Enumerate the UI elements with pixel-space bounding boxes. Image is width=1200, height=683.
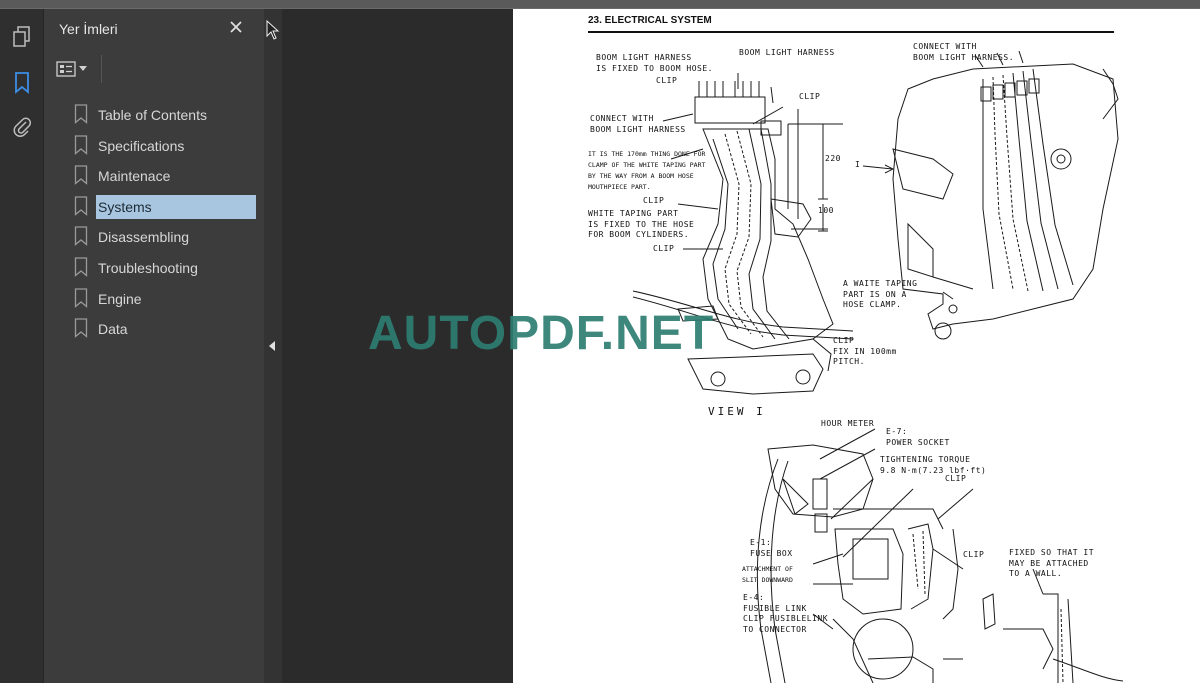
bookmark-label: Data bbox=[98, 321, 128, 338]
label-note-170mm: IT IS THE 170mm THING DONE FOR CLAMP OF … bbox=[588, 150, 706, 191]
bookmark-item-disassembling[interactable]: Disassembling bbox=[74, 221, 274, 252]
bookmark-icon bbox=[74, 287, 88, 308]
label-connect-right: CONNECT WITH BOOM LIGHT HARNESS. bbox=[913, 42, 1015, 62]
label-connect-left: CONNECT WITH BOOM LIGHT HARNESS bbox=[590, 114, 686, 134]
bookmark-item-engine[interactable]: Engine bbox=[74, 283, 274, 314]
label-fixed-wall: FIXED SO THAT IT MAY BE ATTACHED TO A WA… bbox=[1009, 548, 1095, 578]
bookmark-list: Table of Contents Specifications Mainten… bbox=[74, 99, 274, 344]
label-clip-2: CLIP bbox=[799, 92, 821, 101]
bookmark-icon bbox=[74, 165, 88, 186]
label-clip-3: CLIP bbox=[643, 196, 665, 205]
bookmark-options-icon bbox=[56, 61, 76, 77]
label-boom-harness: BOOM LIGHT HARNESS bbox=[739, 48, 835, 57]
panel-title: Yer İmleri bbox=[59, 21, 118, 37]
label-waite-taping: A WAITE TAPING PART IS ON A HOSE CLAMP. bbox=[843, 279, 918, 309]
label-clip-4: CLIP bbox=[653, 244, 675, 253]
toolbar-divider bbox=[101, 55, 102, 83]
bookmark-icon bbox=[74, 257, 88, 277]
close-icon[interactable] bbox=[226, 17, 246, 37]
bookmark-icon bbox=[74, 226, 88, 247]
attachments-icon[interactable] bbox=[6, 111, 38, 143]
collapse-panel-icon[interactable] bbox=[269, 341, 275, 351]
bookmark-icon bbox=[74, 318, 88, 339]
bookmark-icon bbox=[74, 104, 88, 124]
navigation-rail bbox=[0, 9, 44, 683]
bookmark-item-table-of-contents[interactable]: Table of Contents bbox=[74, 99, 274, 130]
bookmark-label: Specifications bbox=[98, 137, 185, 154]
label-power-socket: E-7: POWER SOCKET bbox=[886, 427, 950, 447]
dimension-220: 220 bbox=[825, 154, 841, 163]
bookmark-item-systems[interactable]: Systems bbox=[74, 191, 274, 222]
top-toolbar-strip bbox=[0, 0, 1200, 9]
bookmark-item-data[interactable]: Data bbox=[74, 313, 274, 344]
mouse-cursor-icon bbox=[266, 20, 280, 40]
bookmark-label: Troubleshooting bbox=[98, 259, 198, 276]
label-clip-1: CLIP bbox=[656, 76, 678, 85]
bookmarks-panel: Yer İmleri Table of Contents Specificati… bbox=[44, 9, 264, 683]
bookmark-label: Engine bbox=[98, 290, 142, 307]
label-view-mark: I bbox=[855, 160, 861, 169]
label-white-taping: WHITE TAPING PART IS FIXED TO THE HOSE F… bbox=[588, 209, 695, 239]
bookmark-label-selected: Systems bbox=[96, 194, 256, 219]
label-slit: ATTACHMENT OF SLIT DOWNWARD bbox=[742, 565, 793, 584]
label-boom-fixed: BOOM LIGHT HARNESS IS FIXED TO BOOM HOSE… bbox=[596, 53, 713, 73]
label-fusible-link: E-4: FUSIBLE LINK CLIP FUSIBLELINK TO CO… bbox=[743, 593, 829, 634]
panel-splitter[interactable] bbox=[264, 9, 282, 683]
bookmark-label: Disassembling bbox=[98, 229, 190, 246]
label-clip-5: CLIP bbox=[945, 474, 967, 483]
label-tightening-torque: TIGHTENING TORQUE 9.8 N·m(7.23 lbf·ft) bbox=[880, 455, 987, 475]
bookmark-label: Maintenace bbox=[98, 168, 171, 185]
dimension-100: 100 bbox=[818, 206, 834, 215]
label-hour-meter: HOUR METER bbox=[821, 419, 875, 428]
bookmark-icon bbox=[74, 196, 88, 216]
bookmarks-icon[interactable] bbox=[6, 67, 38, 99]
bookmark-item-specifications[interactable]: Specifications bbox=[74, 130, 274, 161]
bookmark-label: Table of Contents bbox=[98, 107, 207, 123]
pages-icon[interactable] bbox=[6, 21, 38, 53]
bookmark-options-button[interactable] bbox=[56, 57, 98, 81]
label-view-i: VIEW I bbox=[708, 405, 766, 418]
bookmark-icon bbox=[74, 134, 88, 155]
label-fuse-box: E-1: FUSE BOX bbox=[750, 538, 793, 558]
chevron-down-icon bbox=[79, 66, 87, 71]
label-clip-fix: CLIP FIX IN 100mm PITCH. bbox=[833, 336, 897, 366]
bookmark-item-maintenace[interactable]: Maintenace bbox=[74, 160, 274, 191]
bookmark-item-troubleshooting[interactable]: Troubleshooting bbox=[74, 252, 274, 283]
label-clip-6: CLIP bbox=[963, 550, 985, 559]
watermark-text: AUTOPDF.NET bbox=[368, 307, 715, 360]
